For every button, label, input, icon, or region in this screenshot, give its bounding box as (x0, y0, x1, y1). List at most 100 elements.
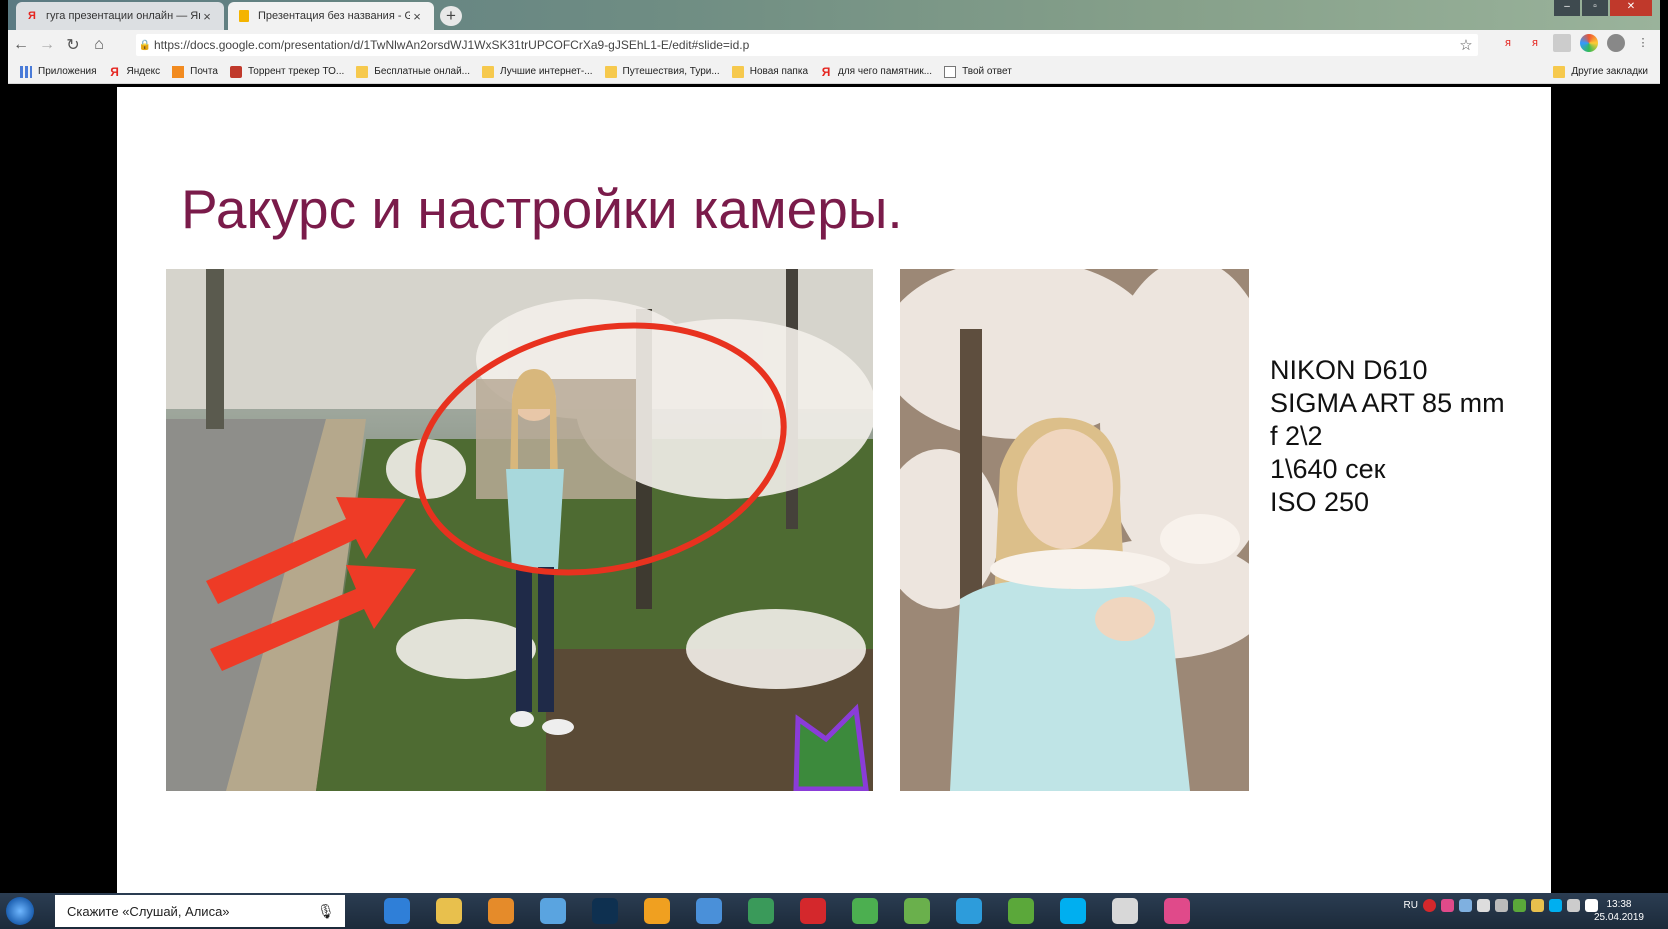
bookmark-your-answer[interactable]: Твой ответ (944, 65, 1012, 78)
system-tray: RU (1404, 899, 1598, 912)
apps-icon (20, 65, 32, 78)
start-button[interactable] (0, 893, 40, 929)
lock-icon: 🔒 (138, 39, 152, 51)
bookmark-free-online[interactable]: Бесплатные онлай... (356, 65, 470, 78)
spec-iso: ISO 250 (1270, 487, 1370, 517)
spec-camera: NIKON D610 (1270, 355, 1428, 385)
windows-logo-icon (6, 897, 34, 925)
photo-portrait-art (900, 269, 1249, 791)
spec-lens: SIGMA ART 85 mm (1270, 388, 1505, 418)
wifi-app-taskbar-button[interactable] (893, 894, 941, 928)
folder-icon (482, 65, 495, 78)
volume-icon[interactable] (1477, 899, 1490, 912)
audio-taskbar-button[interactable] (529, 894, 577, 928)
other-bookmarks[interactable]: Другие закладки (1553, 65, 1648, 78)
yandex-ext-icon[interactable]: я (1499, 34, 1517, 52)
photo-full-scene (166, 269, 873, 791)
photoshop-taskbar-button[interactable] (581, 894, 629, 928)
menu-icon[interactable]: ⋮ (1634, 34, 1652, 52)
skype-tray-icon[interactable] (1549, 899, 1562, 912)
forward-icon[interactable]: → (34, 36, 60, 54)
tray-app-icon[interactable] (1441, 899, 1454, 912)
photo-app-taskbar-button[interactable] (1153, 894, 1201, 928)
utorrent-taskbar-button[interactable] (997, 894, 1045, 928)
download-icon[interactable] (1513, 899, 1526, 912)
bookmark-label: Яндекс (126, 66, 161, 77)
tab-label: Презентация без названия - Go (258, 10, 410, 22)
opera-tray-icon[interactable] (1423, 899, 1436, 912)
clock[interactable]: 13:38 25.04.2019 (1594, 898, 1644, 924)
bookmark-torrent[interactable]: Торрент трекер ТО... (229, 65, 344, 78)
bookmark-star-icon[interactable]: ☆ (1454, 36, 1478, 54)
extensions: я я ⋮ (1499, 34, 1652, 52)
bookmark-label: Почта (190, 66, 218, 77)
home-icon[interactable]: ⌂ (86, 36, 112, 54)
reload-icon[interactable]: ↻ (60, 35, 86, 55)
utorrent-icon (1008, 898, 1034, 924)
skype-taskbar-button[interactable] (1049, 894, 1097, 928)
clock-time: 13:38 (1606, 899, 1632, 910)
torrent-icon (229, 65, 242, 78)
address-bar[interactable]: 🔒 https://docs.google.com/presentation/d… (136, 34, 1478, 56)
back-icon[interactable]: ← (8, 36, 34, 54)
folder-icon (1553, 65, 1566, 78)
bookmark-new-folder[interactable]: Новая папка (731, 65, 809, 78)
folder-tray-icon[interactable] (1531, 899, 1544, 912)
bookmark-label: Приложения (38, 66, 97, 77)
profile-avatar-icon[interactable] (1607, 34, 1625, 52)
ie-taskbar-button[interactable] (373, 894, 421, 928)
close-window-icon[interactable]: ✕ (1610, 0, 1652, 16)
bookmark-travel[interactable]: Путешествия, Тури... (604, 65, 720, 78)
ie-icon (384, 898, 410, 924)
browser-toolbar: ← → ↻ ⌂ 🔒 https://docs.google.com/presen… (8, 30, 1660, 60)
explorer-taskbar-button[interactable] (425, 894, 473, 928)
bookmark-monument[interactable]: Ядля чего памятник... (820, 66, 932, 78)
mail-app-taskbar-button[interactable] (685, 894, 733, 928)
bookmark-best-internet[interactable]: Лучшие интернет-... (482, 65, 593, 78)
presentation-slide[interactable]: Ракурс и настройки камеры. NIKON D610 SI… (117, 87, 1551, 893)
vpn-taskbar-button[interactable] (737, 894, 785, 928)
close-tab-icon[interactable]: × (410, 9, 424, 24)
camera-app-icon (1112, 898, 1138, 924)
folder-icon (356, 65, 369, 78)
opera-taskbar-button[interactable] (789, 894, 837, 928)
media-player-taskbar-button[interactable] (477, 894, 525, 928)
alice-search-box[interactable]: Скажите «Слушай, Алиса» 🎙 (55, 895, 345, 927)
page-icon (944, 65, 957, 78)
spec-aperture: f 2\2 (1270, 421, 1323, 451)
bookmark-mail[interactable]: Почта (172, 65, 218, 78)
network-icon[interactable] (1459, 899, 1472, 912)
skype-alt-taskbar-button[interactable] (945, 894, 993, 928)
tab-strip: Я гуга презентации онлайн — Ян × Презент… (8, 0, 1660, 30)
wifi-app-icon (904, 898, 930, 924)
close-tab-icon[interactable]: × (200, 9, 214, 24)
extension-icon[interactable] (1553, 34, 1571, 52)
language-indicator[interactable]: RU (1404, 900, 1418, 911)
bookmark-apps[interactable]: Приложения (20, 65, 97, 78)
chrome-icon (852, 898, 878, 924)
tab-google-slides[interactable]: Презентация без названия - Go × (228, 2, 434, 30)
cloud-icon[interactable] (1495, 899, 1508, 912)
yandex-icon: Я (821, 64, 831, 79)
minimize-icon[interactable]: – (1554, 0, 1580, 16)
microphone-icon[interactable]: 🎙 (317, 903, 335, 920)
aimp-taskbar-button[interactable] (633, 894, 681, 928)
url-text: https://docs.google.com/presentation/d/1… (154, 38, 750, 52)
tab-yandex-search[interactable]: Я гуга презентации онлайн — Ян × (16, 2, 224, 30)
screen: Я гуга презентации онлайн — Ян × Презент… (0, 0, 1668, 929)
bookmark-label: Новая папка (749, 66, 809, 77)
yandex-ext-2-icon[interactable]: я (1526, 34, 1544, 52)
mail-app-icon (696, 898, 722, 924)
new-tab-button[interactable]: + (440, 6, 462, 26)
maximize-icon[interactable]: ▫ (1582, 0, 1608, 16)
flag-icon[interactable] (1567, 899, 1580, 912)
bookmark-label: Твой ответ (962, 66, 1012, 77)
yandex-icon: Я (110, 64, 119, 79)
skype-alt-icon (956, 898, 982, 924)
opera-icon (800, 898, 826, 924)
color-ext-icon[interactable] (1580, 34, 1598, 52)
camera-app-taskbar-button[interactable] (1101, 894, 1149, 928)
photo-app-icon (1164, 898, 1190, 924)
bookmark-yandex[interactable]: Я Яндекс (109, 64, 161, 79)
chrome-taskbar-button[interactable] (841, 894, 889, 928)
